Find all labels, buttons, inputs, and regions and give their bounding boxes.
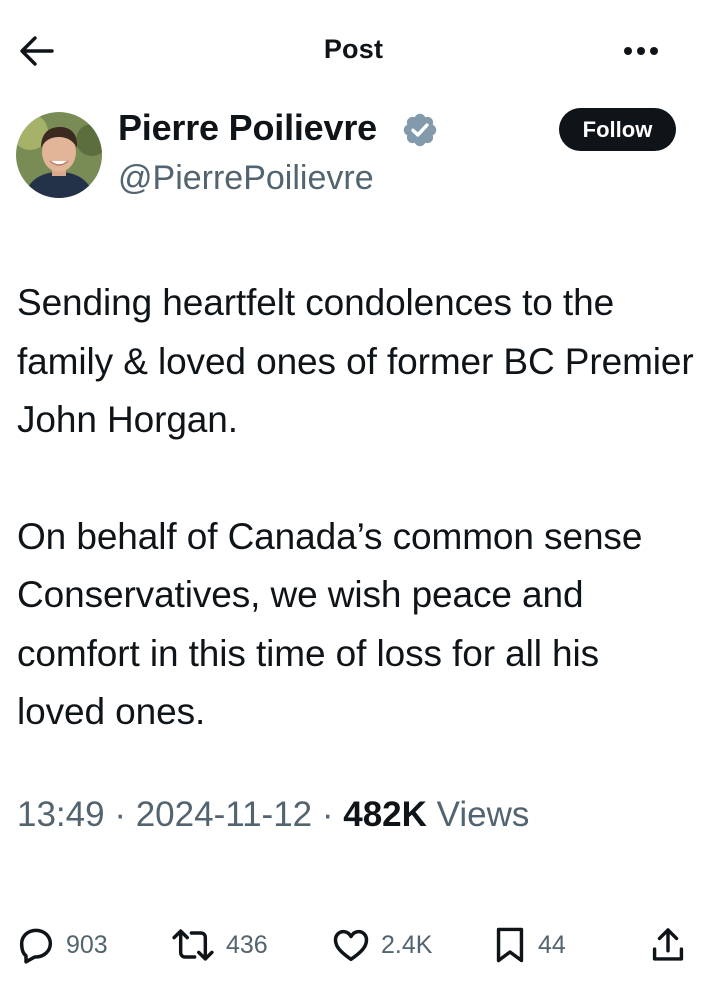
reply-button[interactable]: 903 <box>16 920 108 970</box>
meta-separator: · <box>312 795 344 834</box>
action-bar: 903 436 2.4K 44 <box>0 920 707 970</box>
meta-separator: · <box>104 795 136 834</box>
avatar[interactable] <box>16 112 102 198</box>
share-icon <box>652 928 684 961</box>
heart-icon <box>333 929 369 962</box>
views-label: Views <box>426 795 530 834</box>
repost-button[interactable]: 436 <box>170 920 268 970</box>
post-meta: 13:49 · 2024-11-12 · 482K Views <box>17 795 529 835</box>
reply-count: 903 <box>66 930 108 959</box>
verified-badge-icon <box>401 111 439 149</box>
post-time[interactable]: 13:49 <box>17 795 105 834</box>
more-options-icon[interactable] <box>623 44 659 56</box>
post-paragraph: On behalf of Canada’s common sense Conse… <box>17 515 643 733</box>
bookmark-count: 44 <box>538 930 566 959</box>
top-bar: Post <box>0 0 707 100</box>
like-count: 2.4K <box>381 930 433 959</box>
post-text: Sending heartfelt condolences to the fam… <box>17 274 697 742</box>
repost-count: 436 <box>226 930 268 959</box>
follow-button[interactable]: Follow <box>559 108 676 151</box>
reply-icon <box>19 928 53 964</box>
repost-icon <box>172 929 214 961</box>
like-button[interactable]: 2.4K <box>331 920 432 970</box>
page-title: Post <box>323 34 384 64</box>
author-name[interactable]: Pierre Poilievre <box>118 107 377 149</box>
share-button[interactable] <box>650 920 686 970</box>
author-handle[interactable]: @PierrePoilievre <box>118 159 374 198</box>
views-count: 482K <box>343 795 427 834</box>
post-date[interactable]: 2024-11-12 <box>136 795 312 834</box>
post-paragraph: Sending heartfelt condolences to the fam… <box>17 282 694 440</box>
bookmark-button[interactable]: 44 <box>492 920 566 970</box>
bookmark-icon <box>496 927 524 963</box>
